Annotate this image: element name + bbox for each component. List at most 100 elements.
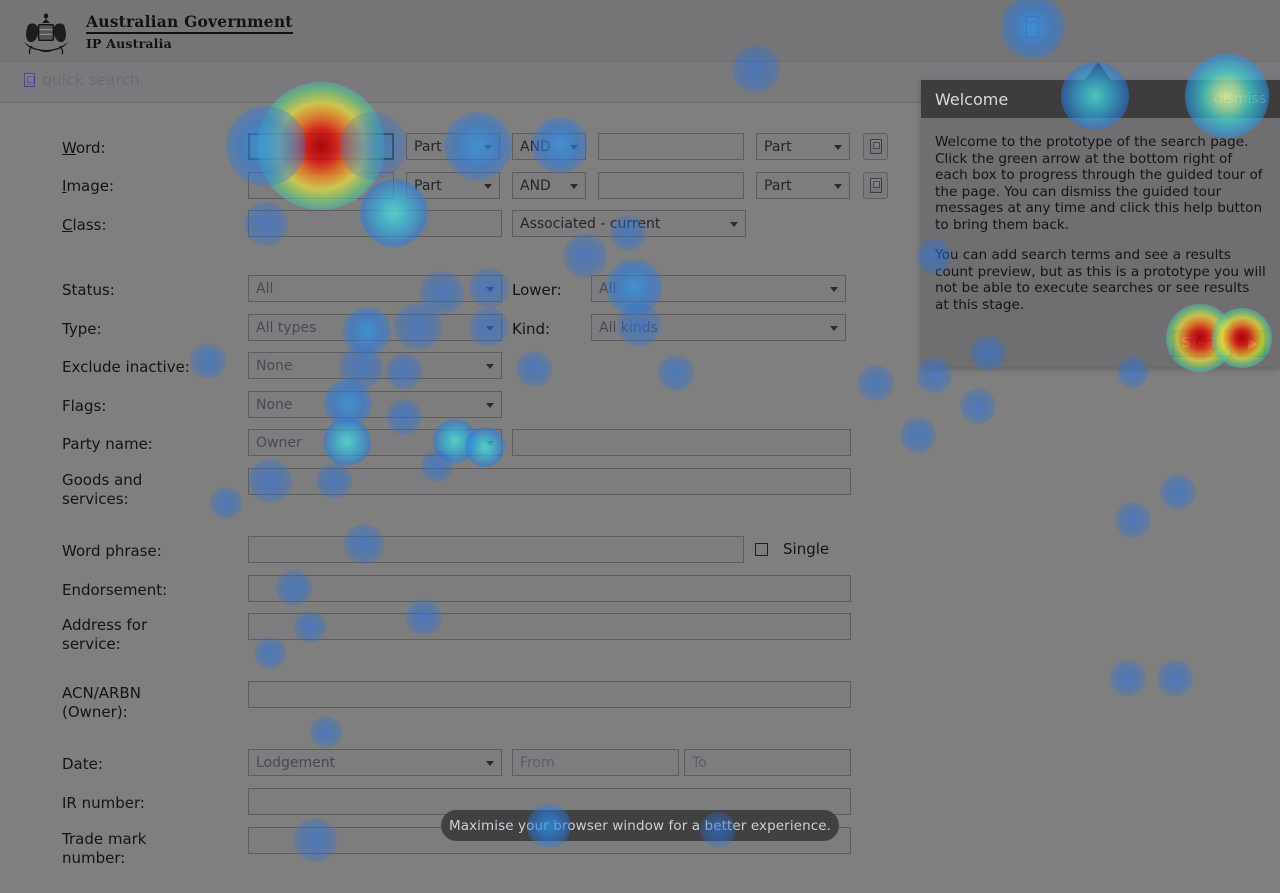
dialog-pointer-arrow [1084, 62, 1112, 81]
image-input-2[interactable] [598, 172, 744, 199]
start-tour-button[interactable]: START [1171, 330, 1232, 357]
broken-image-icon [869, 139, 882, 154]
brand-text: Australian Government IP Australia [86, 13, 293, 52]
dialog-header: Welcome dismiss [921, 80, 1280, 118]
heatmap-point [960, 388, 996, 424]
acn-arbn-input[interactable] [248, 681, 851, 708]
word-part-select-1[interactable]: Part [406, 133, 500, 160]
status-value: All [256, 280, 274, 297]
word-input-2[interactable] [598, 133, 744, 160]
nav-item-quick-search[interactable]: quick search [24, 71, 140, 89]
image-part-select-1[interactable]: Part [406, 172, 500, 199]
exclude-inactive-select[interactable]: None [248, 352, 502, 379]
browser-size-toast: Maximise your browser window for a bette… [441, 810, 839, 841]
flags-select[interactable]: None [248, 391, 502, 418]
heatmap-point [1115, 502, 1151, 538]
exclude-inactive-label: Exclude inactive: [62, 358, 190, 376]
dialog-paragraph-1: Welcome to the prototype of the search p… [935, 134, 1263, 233]
word-operator-select[interactable]: AND [512, 133, 586, 160]
status-select[interactable]: All [248, 275, 502, 302]
goods-services-label: Goods and services: [62, 471, 143, 508]
word-part-select-2-value: Part [764, 138, 792, 155]
dialog-paragraph-2: You can add search terms and see a resul… [935, 247, 1266, 313]
class-association-select[interactable]: Associated - current [512, 210, 746, 237]
brand-lockup: Australian Government IP Australia [16, 9, 293, 55]
address-for-service-input[interactable] [248, 613, 851, 640]
heatmap-point [900, 417, 936, 453]
image-operator-value: AND [520, 177, 551, 194]
government-header: Australian Government IP Australia [0, 0, 1280, 62]
endorsement-label: Endorsement: [62, 581, 168, 599]
address-for-service-label: Address for service: [62, 616, 148, 653]
chevron-down-icon [486, 363, 494, 369]
image-part-select-2[interactable]: Part [756, 172, 850, 199]
goods-services-input[interactable] [248, 468, 851, 495]
word-part-select-2[interactable]: Part [756, 133, 850, 160]
search-page: Australian Government IP Australia quick… [0, 0, 1280, 893]
chevron-down-icon [834, 183, 842, 189]
word-operator-value: AND [520, 138, 551, 155]
dialog-title: Welcome [935, 89, 1009, 109]
help-icon[interactable] [1026, 16, 1039, 38]
ip-australia-text: IP Australia [86, 36, 172, 52]
type-value: All types [256, 319, 317, 336]
dialog-actions: START [1171, 330, 1266, 357]
acn-arbn-label: ACN/ARBN (Owner): [62, 684, 141, 721]
date-to-input[interactable] [684, 749, 851, 776]
broken-image-icon [869, 178, 882, 193]
dialog-dismiss-link[interactable]: dismiss [1214, 91, 1266, 107]
heatmap-point [1157, 660, 1193, 696]
ir-number-label: IR number: [62, 794, 145, 812]
chevron-down-icon [830, 325, 838, 331]
chevron-down-icon [570, 144, 578, 150]
heatmap-point [190, 343, 226, 379]
image-part-select-2-value: Part [764, 177, 792, 194]
single-checkbox[interactable] [755, 543, 768, 556]
word-input[interactable] [248, 133, 394, 160]
date-from-input[interactable] [512, 749, 679, 776]
word-part-select-1-value: Part [414, 138, 442, 155]
word-help-button[interactable] [863, 133, 888, 160]
date-label: Date: [62, 755, 103, 773]
word-phrase-input[interactable] [248, 536, 744, 563]
type-select[interactable]: All types [248, 314, 502, 341]
welcome-dialog: Welcome dismiss Welcome to the prototype… [921, 80, 1280, 367]
heatmap-point [1160, 474, 1196, 510]
broken-image-icon [24, 73, 35, 87]
nav-item-label: quick search [42, 71, 140, 89]
dialog-body: Welcome to the prototype of the search p… [921, 118, 1280, 313]
kind-label: Kind: [512, 320, 551, 338]
heatmap-point [858, 365, 894, 401]
heatmap-point [563, 234, 607, 278]
lower-select[interactable]: All [591, 275, 846, 302]
lower-label: Lower: [512, 281, 562, 299]
coat-of-arms-icon [16, 9, 76, 55]
class-label: Class: [62, 216, 107, 234]
image-input[interactable] [248, 172, 394, 199]
single-checkbox-label: Single [783, 540, 830, 558]
image-label: Image: [62, 177, 115, 195]
heatmap-point [310, 716, 342, 748]
image-help-button[interactable] [863, 172, 888, 199]
lower-value: All [599, 280, 617, 297]
party-name-label: Party name: [62, 435, 153, 453]
trade-mark-number-label: Trade mark number: [62, 830, 147, 867]
flags-value: None [256, 396, 293, 413]
party-name-input[interactable] [512, 429, 851, 456]
chevron-down-icon [486, 286, 494, 292]
toast-message: Maximise your browser window for a bette… [448, 817, 832, 834]
next-step-button[interactable] [1238, 330, 1266, 357]
party-name-value: Owner [256, 434, 302, 451]
class-input[interactable] [248, 210, 502, 237]
image-operator-select[interactable]: AND [512, 172, 586, 199]
chevron-down-icon [484, 183, 492, 189]
kind-select[interactable]: All kinds [591, 314, 846, 341]
party-name-select[interactable]: Owner [248, 429, 502, 456]
endorsement-input[interactable] [248, 575, 851, 602]
heatmap-point [658, 355, 694, 391]
status-label: Status: [62, 281, 115, 299]
image-part-select-1-value: Part [414, 177, 442, 194]
word-phrase-label: Word phrase: [62, 542, 162, 560]
chevron-down-icon [730, 221, 738, 227]
date-type-select[interactable]: Lodgement [248, 749, 502, 776]
